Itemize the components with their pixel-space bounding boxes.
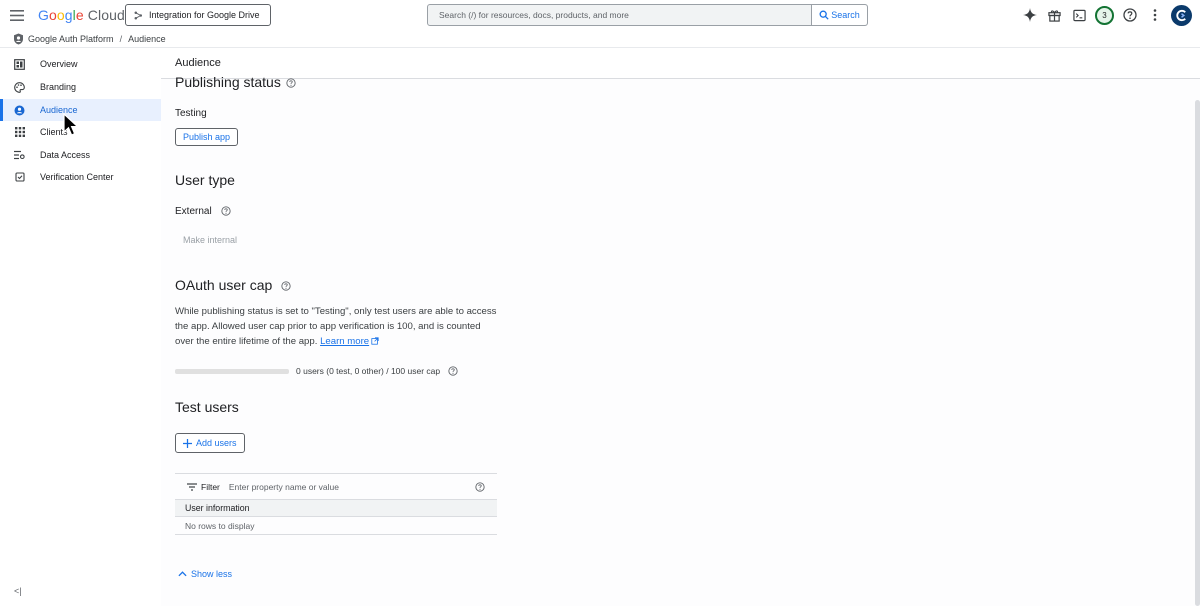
user-cap-progress-bar: [175, 369, 289, 374]
project-label: Integration for Google Drive: [149, 10, 260, 20]
dashboard-icon: [13, 58, 26, 71]
empty-table-message: No rows to display: [175, 517, 497, 535]
sidebar-item-data-access[interactable]: Data Access: [0, 144, 161, 166]
sidebar-item-clients[interactable]: Clients: [0, 121, 161, 143]
grid-icon: [13, 126, 26, 139]
sidebar: Overview Branding Audience Clients Data …: [0, 48, 161, 606]
page-scrollbar[interactable]: [1195, 100, 1200, 606]
external-link-icon: [371, 337, 379, 346]
publishing-status-value: Testing: [175, 108, 207, 119]
sidebar-item-verification-center[interactable]: Verification Center: [0, 166, 161, 188]
show-less-button[interactable]: Show less: [178, 569, 232, 579]
filter-input[interactable]: [228, 481, 475, 492]
test-users-heading: Test users: [175, 399, 239, 415]
verified-icon: [13, 171, 26, 184]
collapse-sidebar-button[interactable]: <|: [14, 586, 22, 596]
oauth-cap-heading: OAuth user cap: [175, 277, 291, 293]
terminal-icon[interactable]: [1067, 0, 1092, 30]
project-picker-button[interactable]: Integration for Google Drive: [125, 4, 271, 26]
breadcrumb-item-audience[interactable]: Audience: [128, 34, 166, 44]
more-vert-icon[interactable]: [1142, 0, 1167, 30]
page-title: Audience: [175, 57, 221, 69]
user-type-heading: User type: [175, 172, 235, 188]
top-actions: 3: [1017, 0, 1200, 30]
main-content: Audience Publishing status Testing Publi…: [161, 48, 1200, 606]
mouse-cursor-icon: [63, 112, 80, 142]
project-icon: [134, 11, 143, 19]
breadcrumb-item-auth-platform[interactable]: Google Auth Platform: [28, 34, 114, 44]
search-button[interactable]: Search: [811, 5, 867, 25]
notifications-badge[interactable]: 3: [1092, 0, 1117, 30]
help-icon[interactable]: [221, 206, 231, 216]
help-icon[interactable]: [475, 481, 485, 492]
tune-icon: [13, 149, 26, 162]
sidebar-item-audience[interactable]: Audience: [0, 99, 161, 121]
search-bar: Search: [427, 4, 868, 26]
search-input[interactable]: [428, 5, 811, 25]
add-users-button[interactable]: Add users: [175, 433, 245, 453]
menu-icon[interactable]: [8, 6, 26, 24]
sidebar-item-branding[interactable]: Branding: [0, 76, 161, 98]
search-icon: [819, 10, 829, 20]
spark-icon[interactable]: [1017, 0, 1042, 30]
gift-icon[interactable]: [1042, 0, 1067, 30]
top-bar: Google Cloud Integration for Google Driv…: [0, 0, 1200, 30]
account-avatar[interactable]: [1171, 4, 1192, 26]
google-cloud-logo[interactable]: Google Cloud: [38, 7, 125, 23]
help-icon[interactable]: [1117, 0, 1142, 30]
oauth-cap-description: While publishing status is set to "Testi…: [175, 306, 497, 347]
breadcrumb-separator: /: [119, 33, 123, 44]
user-type-value: External: [175, 206, 231, 217]
test-users-table: Filter User information No rows to displ…: [175, 473, 497, 535]
palette-icon: [13, 81, 26, 94]
help-icon[interactable]: [281, 281, 291, 291]
filter-icon: [187, 482, 197, 491]
sidebar-item-overview[interactable]: Overview: [0, 53, 161, 75]
publishing-status-heading: Publishing status: [175, 74, 296, 90]
learn-more-link[interactable]: Learn more: [320, 336, 369, 347]
make-internal-button[interactable]: Make internal: [175, 231, 245, 249]
table-filter-row: Filter: [175, 473, 497, 499]
person-icon: [13, 104, 26, 117]
filter-label: Filter: [201, 481, 220, 492]
user-cap-text: 0 users (0 test, 0 other) / 100 user cap: [296, 366, 458, 376]
publish-app-button[interactable]: Publish app: [175, 128, 239, 146]
page-header: Audience: [161, 48, 1200, 79]
breadcrumb: Google Auth Platform / Audience: [0, 30, 1200, 48]
shield-icon: [13, 33, 24, 45]
help-icon[interactable]: [286, 78, 296, 88]
chevron-up-icon: [178, 571, 187, 577]
plus-icon: [183, 438, 192, 448]
help-icon[interactable]: [448, 366, 458, 376]
column-header-user-information[interactable]: User information: [175, 499, 497, 517]
